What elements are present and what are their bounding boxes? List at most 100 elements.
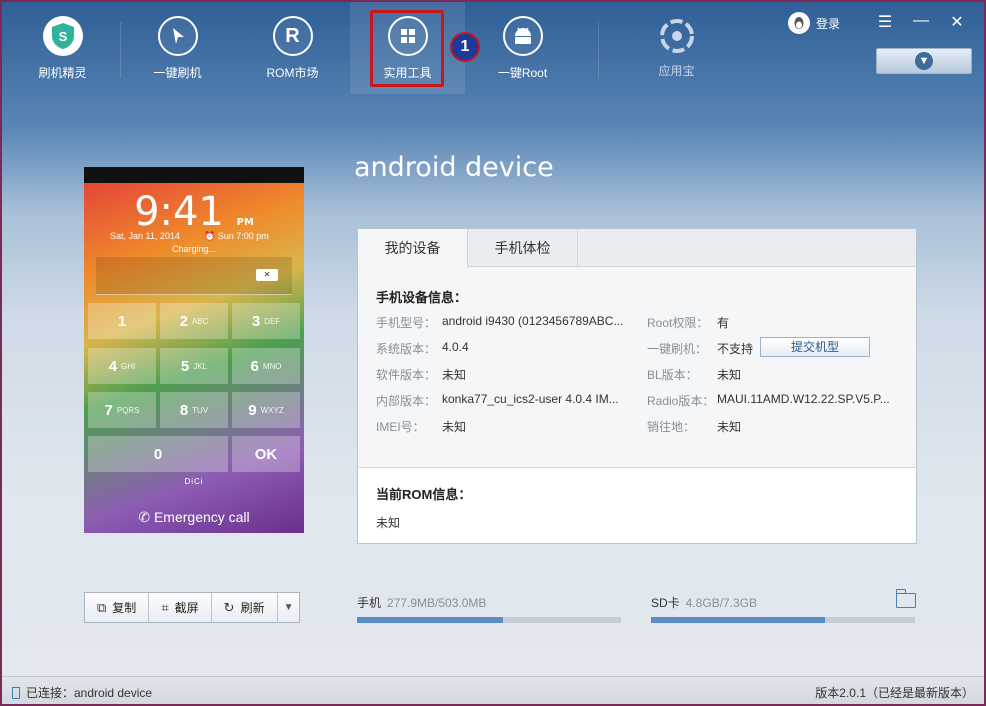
login-button[interactable]: 登录 bbox=[788, 12, 840, 34]
version-status: 版本2.0.1（已经是最新版本） bbox=[815, 686, 974, 700]
info-label: IMEI号： bbox=[376, 420, 425, 434]
charging-status: Charging... bbox=[171, 244, 217, 254]
key-2: 2 ABC bbox=[160, 303, 228, 339]
pin-entry: ✕ bbox=[96, 257, 292, 295]
nav-shuaji-jingling[interactable]: S 刷机精灵 bbox=[5, 2, 120, 94]
phone-status-bar bbox=[84, 167, 304, 183]
more-dropdown-button[interactable]: ▼ bbox=[278, 593, 300, 622]
close-icon[interactable]: ✕ bbox=[946, 12, 968, 32]
phone-icon bbox=[12, 686, 20, 699]
key-6: 6 MNO bbox=[232, 348, 300, 384]
info-label: 系统版本： bbox=[376, 342, 437, 356]
info-label: 软件版本： bbox=[376, 368, 437, 382]
login-label: 登录 bbox=[816, 16, 841, 31]
connection-status: 已连接：android device bbox=[12, 684, 152, 701]
info-value: 未知 bbox=[717, 368, 742, 382]
android-icon bbox=[502, 16, 543, 56]
refresh-icon: ↻ bbox=[223, 599, 235, 615]
nav-label: 刷机精灵 bbox=[38, 66, 87, 80]
top-toolbar: S 刷机精灵 一键刷机 R ROM市场 实用工具 一键Root 应用宝 1 登录… bbox=[2, 2, 984, 94]
screenshot-button[interactable]: ⌗ 截屏 bbox=[149, 593, 212, 622]
key-4: 4 GHI bbox=[88, 348, 156, 384]
copy-button[interactable]: ⧉ 复制 bbox=[85, 593, 150, 622]
tab-my-device[interactable]: 我的设备 bbox=[358, 229, 468, 268]
cursor-icon bbox=[157, 16, 198, 56]
backspace-icon: ✕ bbox=[256, 269, 278, 281]
emergency-call: ✆ Emergency call bbox=[138, 509, 250, 525]
status-bar: 已连接：android device 版本2.0.1（已经是最新版本） bbox=[2, 676, 984, 704]
device-info-panel: 我的设备 手机体检 手机设备信息： 手机型号： android i9430 (0… bbox=[357, 228, 917, 544]
device-info-title: 手机设备信息： bbox=[376, 290, 468, 305]
key-9: 9 WXYZ bbox=[232, 392, 300, 428]
info-label: Radio版本： bbox=[647, 394, 715, 408]
device-name-title: android device bbox=[354, 152, 554, 183]
folder-icon[interactable] bbox=[895, 589, 916, 608]
step-callout: 1 bbox=[450, 32, 480, 62]
app-window: S 刷机精灵 一键刷机 R ROM市场 实用工具 一键Root 应用宝 1 登录… bbox=[2, 2, 984, 704]
key-ok: OK bbox=[232, 436, 300, 472]
info-label: 内部版本： bbox=[376, 394, 437, 408]
info-value: 有 bbox=[717, 316, 730, 330]
info-value: 不支持 bbox=[717, 342, 754, 356]
crop-icon: ⌗ bbox=[161, 599, 169, 615]
submit-model-button[interactable]: 提交机型 bbox=[760, 337, 870, 357]
lock-date: Sat, Jan 11, 2014 bbox=[110, 231, 180, 241]
lock-alarm: ⏰ Sun 7:00 pm bbox=[204, 231, 269, 241]
info-label: 一键刷机： bbox=[647, 342, 708, 356]
menu-icon[interactable]: ☰ bbox=[874, 12, 896, 32]
r-icon: R bbox=[272, 16, 313, 56]
phone-storage-label: 手机 277.9MB/503.0MB bbox=[357, 596, 487, 610]
info-label: BL版本： bbox=[647, 368, 698, 382]
info-value: android i9430 (0123456789ABC... bbox=[442, 314, 624, 328]
lock-clock: 9:41 PM bbox=[134, 189, 254, 235]
pinwheel-icon bbox=[657, 16, 697, 56]
refresh-button[interactable]: ↻ 刷新 bbox=[212, 593, 278, 622]
key-5: 5 JKL bbox=[160, 348, 228, 384]
phone-action-buttons: ⧉ 复制 ⌗ 截屏 ↻ 刷新 ▼ bbox=[84, 592, 301, 623]
sd-storage-label: SD卡 4.8GB/7.3GB bbox=[651, 596, 758, 610]
info-value: 未知 bbox=[442, 420, 467, 434]
nav-rom-market[interactable]: R ROM市场 bbox=[235, 2, 350, 94]
nav-one-key-flash[interactable]: 一键刷机 bbox=[120, 2, 235, 94]
panel-tabs: 我的设备 手机体检 bbox=[358, 229, 916, 268]
divider bbox=[598, 22, 599, 78]
nav-label: 一键刷机 bbox=[153, 66, 202, 80]
info-label: Root权限： bbox=[647, 316, 709, 330]
nav-label: ROM市场 bbox=[266, 66, 319, 80]
key-0: 0 bbox=[88, 436, 228, 472]
download-button[interactable]: ▼ bbox=[876, 48, 972, 74]
rom-info-section: 当前ROM信息： 未知 bbox=[358, 467, 916, 543]
tab-phone-checkup[interactable]: 手机体检 bbox=[468, 229, 578, 267]
nav-app-store[interactable]: 应用宝 bbox=[619, 2, 734, 94]
info-value: 4.0.4 bbox=[442, 340, 469, 354]
key-3: 3 DEF bbox=[232, 303, 300, 339]
info-value: MAUI.11AMD.W12.22.SP.V5.P... bbox=[717, 392, 890, 406]
qq-penguin-icon bbox=[788, 12, 810, 34]
phone-brand: DiCi bbox=[184, 477, 204, 486]
download-arrow-icon: ▼ bbox=[915, 52, 933, 70]
shield-s-icon: S bbox=[42, 16, 83, 56]
phone-storage-bar bbox=[357, 617, 621, 623]
phone-screenshot: 9:41 PM Sat, Jan 11, 2014 ⏰ Sun 7:00 pm … bbox=[84, 167, 304, 533]
nav-label: 一键Root bbox=[497, 66, 548, 80]
info-label: 销往地： bbox=[647, 420, 696, 434]
nav-label: 应用宝 bbox=[658, 64, 695, 78]
sd-storage-fill bbox=[651, 617, 825, 623]
info-value: 未知 bbox=[717, 420, 742, 434]
rom-info-title: 当前ROM信息： bbox=[376, 487, 472, 502]
key-1: 1 bbox=[88, 303, 156, 339]
nav-one-key-root[interactable]: 一键Root bbox=[465, 2, 580, 94]
highlight-box bbox=[370, 10, 444, 87]
key-8: 8 TUV bbox=[160, 392, 228, 428]
info-value: 未知 bbox=[442, 368, 467, 382]
key-7: 7 PQRS bbox=[88, 392, 156, 428]
svg-text:S: S bbox=[58, 29, 67, 44]
rom-info-value: 未知 bbox=[376, 516, 401, 530]
minimize-icon[interactable]: — bbox=[910, 12, 932, 30]
info-label: 手机型号： bbox=[376, 316, 437, 330]
phone-storage-fill bbox=[357, 617, 503, 623]
chevron-down-icon: ▼ bbox=[283, 602, 294, 613]
sd-storage-bar bbox=[651, 617, 915, 623]
info-value: konka77_cu_ics2-user 4.0.4 IM... bbox=[442, 392, 619, 406]
copy-icon: ⧉ bbox=[97, 599, 107, 615]
